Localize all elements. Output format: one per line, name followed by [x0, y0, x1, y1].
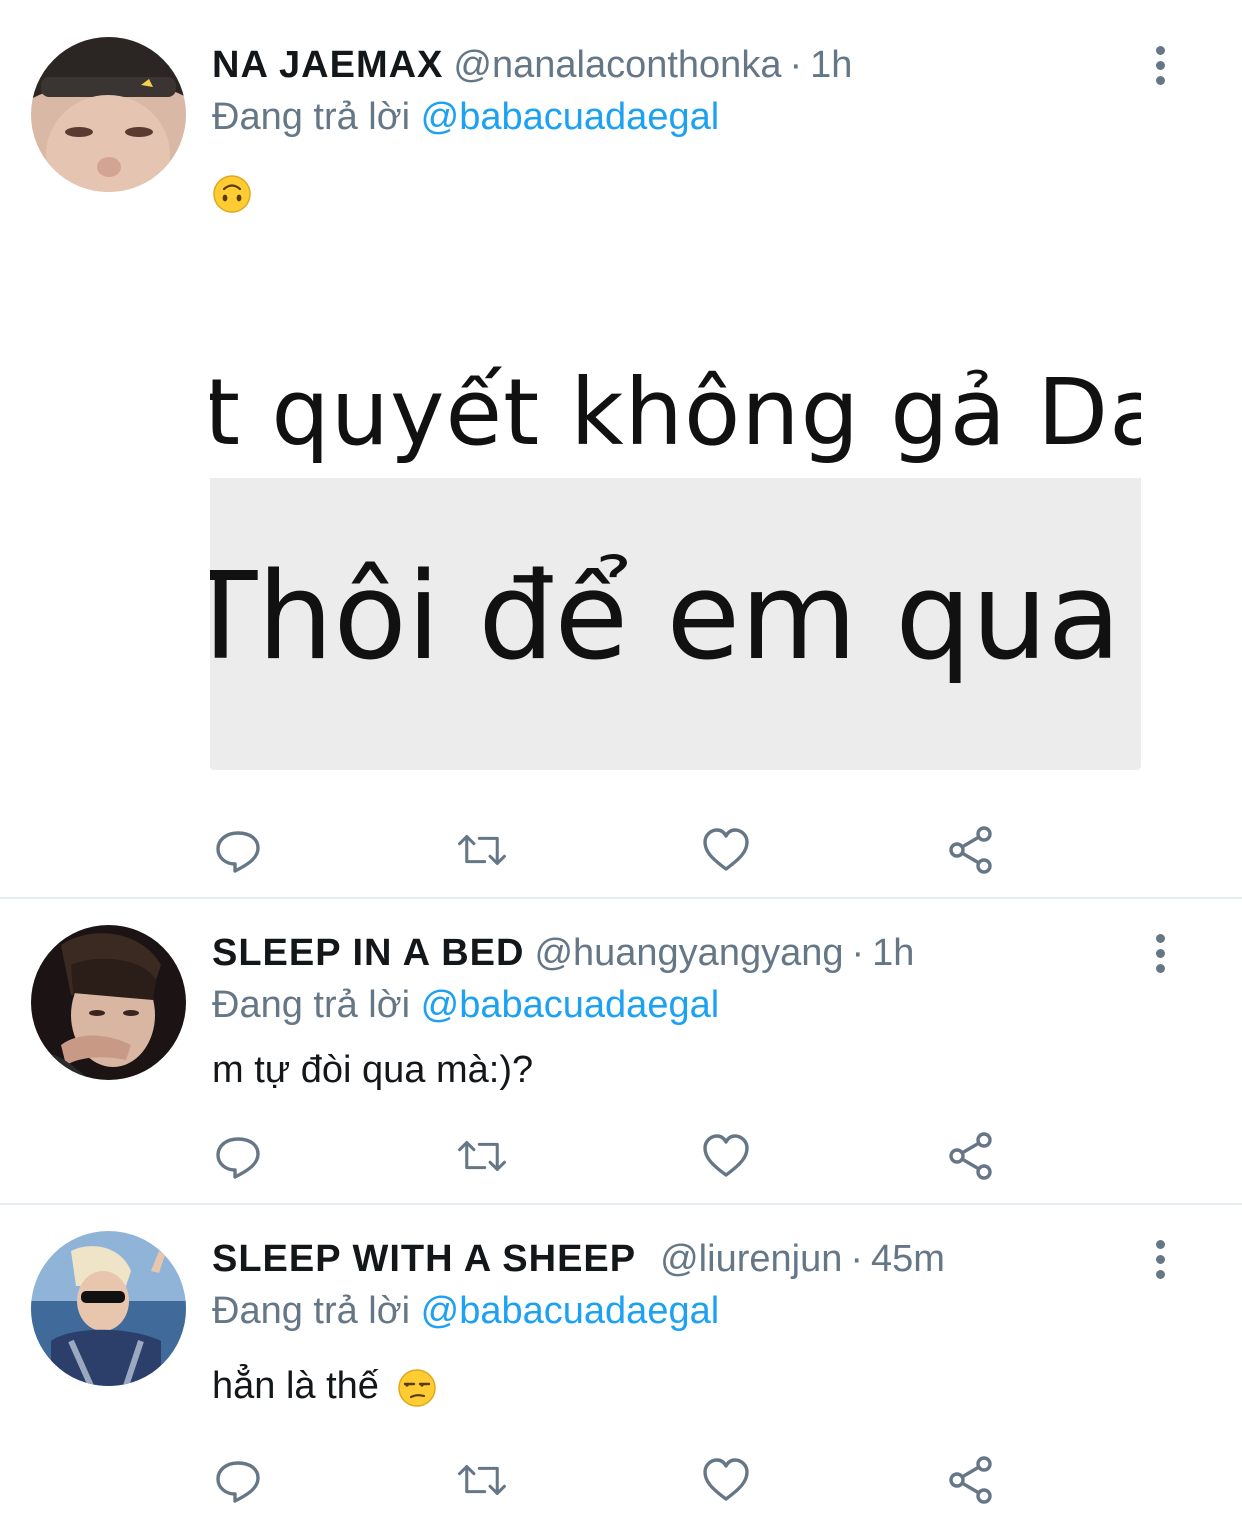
more-vertical-icon-dot: [1155, 75, 1165, 85]
more-vertical-icon-dot: [1155, 1269, 1165, 1279]
reply-button[interactable]: [212, 1454, 264, 1506]
timestamp[interactable]: 45m: [871, 1238, 945, 1280]
replying-to: Đang trả lời @babacuadaegal: [212, 1287, 719, 1335]
more-vertical-icon: [1155, 45, 1165, 55]
reply-button[interactable]: [212, 824, 264, 876]
retweet-button[interactable]: [456, 824, 508, 876]
tweet-header: SLEEP IN A BED @huangyangyang · 1h: [212, 928, 914, 978]
divider: [0, 1203, 1242, 1205]
more-vertical-icon-dot: [1155, 948, 1165, 958]
more-options-button[interactable]: [1140, 1234, 1180, 1284]
unamused-face-emoji: [398, 1369, 437, 1407]
media-text-line-2: Thôi để em qua :: [210, 548, 1141, 687]
tweet-1[interactable]: NA JAEMAX @nanalaconthonka · 1h Đang trả lờ…: [0, 0, 1242, 898]
tweet-actions: [212, 1130, 1012, 1182]
retweet-button[interactable]: [456, 1130, 508, 1182]
media-image[interactable]: t quyết không gả Da Thôi để em qua :: [210, 250, 1141, 770]
retweet-icon: [458, 1141, 506, 1171]
author-handle[interactable]: @nanalaconthonka: [453, 44, 781, 86]
like-button[interactable]: [700, 1454, 752, 1506]
mention-link[interactable]: @babacuadaegal: [421, 96, 720, 138]
retweet-icon: [458, 1465, 506, 1495]
heart-icon: [703, 1458, 749, 1501]
tweet-actions: [212, 824, 1012, 876]
more-options-button[interactable]: [1140, 40, 1180, 90]
tweet-text: hẳn là thế: [212, 1362, 437, 1410]
share-button[interactable]: [945, 1454, 997, 1506]
tweet-text-content: hẳn là thế: [212, 1365, 379, 1407]
tweet-header: SLEEP WITH A SHEEP @liurenjun · 45m: [212, 1234, 945, 1284]
mention-link[interactable]: @babacuadaegal: [421, 1290, 720, 1332]
replying-to: Đang trả lời @babacuadaegal: [212, 981, 719, 1029]
like-button[interactable]: [700, 1130, 752, 1182]
media-text-line-1: t quyết không gả Da: [210, 359, 1141, 466]
avatar[interactable]: [31, 37, 186, 192]
share-button[interactable]: [945, 1130, 997, 1182]
replying-prefix: Đang trả lời: [212, 984, 411, 1026]
more-vertical-icon: [1155, 933, 1165, 943]
mention-link[interactable]: @babacuadaegal: [421, 984, 720, 1026]
avatar[interactable]: [31, 925, 186, 1080]
share-icon: [949, 1132, 992, 1180]
tweet-actions: [212, 1454, 1012, 1506]
author-name[interactable]: SLEEP IN A BED: [212, 932, 524, 974]
more-vertical-icon-dot: [1155, 1254, 1165, 1264]
retweet-button[interactable]: [456, 1454, 508, 1506]
separator: ·: [851, 932, 865, 974]
avatar[interactable]: [31, 1231, 186, 1386]
reply-button[interactable]: [212, 1130, 264, 1182]
reply-icon: [216, 1137, 260, 1179]
reply-icon: [216, 831, 260, 873]
upside-down-face-emoji: [213, 175, 251, 213]
share-icon: [949, 826, 992, 874]
tweet-3[interactable]: SLEEP WITH A SHEEP @liurenjun · 45m Đang tr…: [0, 1206, 1242, 1528]
more-vertical-icon-dot: [1155, 963, 1165, 973]
tweet-text: m tự đòi qua mà:)?: [212, 1049, 534, 1091]
share-button[interactable]: [945, 824, 997, 876]
timestamp[interactable]: 1h: [872, 932, 914, 974]
heart-icon: [703, 1134, 749, 1177]
like-button[interactable]: [700, 824, 752, 876]
replying-prefix: Đang trả lời: [212, 1290, 411, 1332]
timestamp[interactable]: 1h: [810, 44, 852, 86]
share-icon: [949, 1456, 992, 1504]
tweet-header: NA JAEMAX @nanalaconthonka · 1h: [212, 40, 852, 90]
heart-icon: [703, 828, 749, 871]
tweet-2[interactable]: SLEEP IN A BED @huangyangyang · 1h Đang trả…: [0, 900, 1242, 1203]
divider: [0, 897, 1242, 899]
more-vertical-icon: [1155, 1239, 1165, 1249]
reply-icon: [216, 1461, 260, 1503]
author-name[interactable]: NA JAEMAX: [212, 44, 443, 86]
tweet-text: [212, 168, 252, 216]
more-options-button[interactable]: [1140, 928, 1180, 978]
separator: ·: [850, 1238, 863, 1280]
retweet-icon: [458, 835, 506, 865]
author-handle[interactable]: @huangyangyang: [534, 932, 843, 974]
author-name[interactable]: SLEEP WITH A SHEEP: [212, 1238, 636, 1280]
more-vertical-icon-dot: [1155, 60, 1165, 70]
separator: ·: [789, 44, 803, 86]
replying-prefix: Đang trả lời: [212, 96, 411, 138]
replying-to: Đang trả lời @babacuadaegal: [212, 93, 719, 141]
author-handle[interactable]: @liurenjun: [660, 1238, 842, 1280]
